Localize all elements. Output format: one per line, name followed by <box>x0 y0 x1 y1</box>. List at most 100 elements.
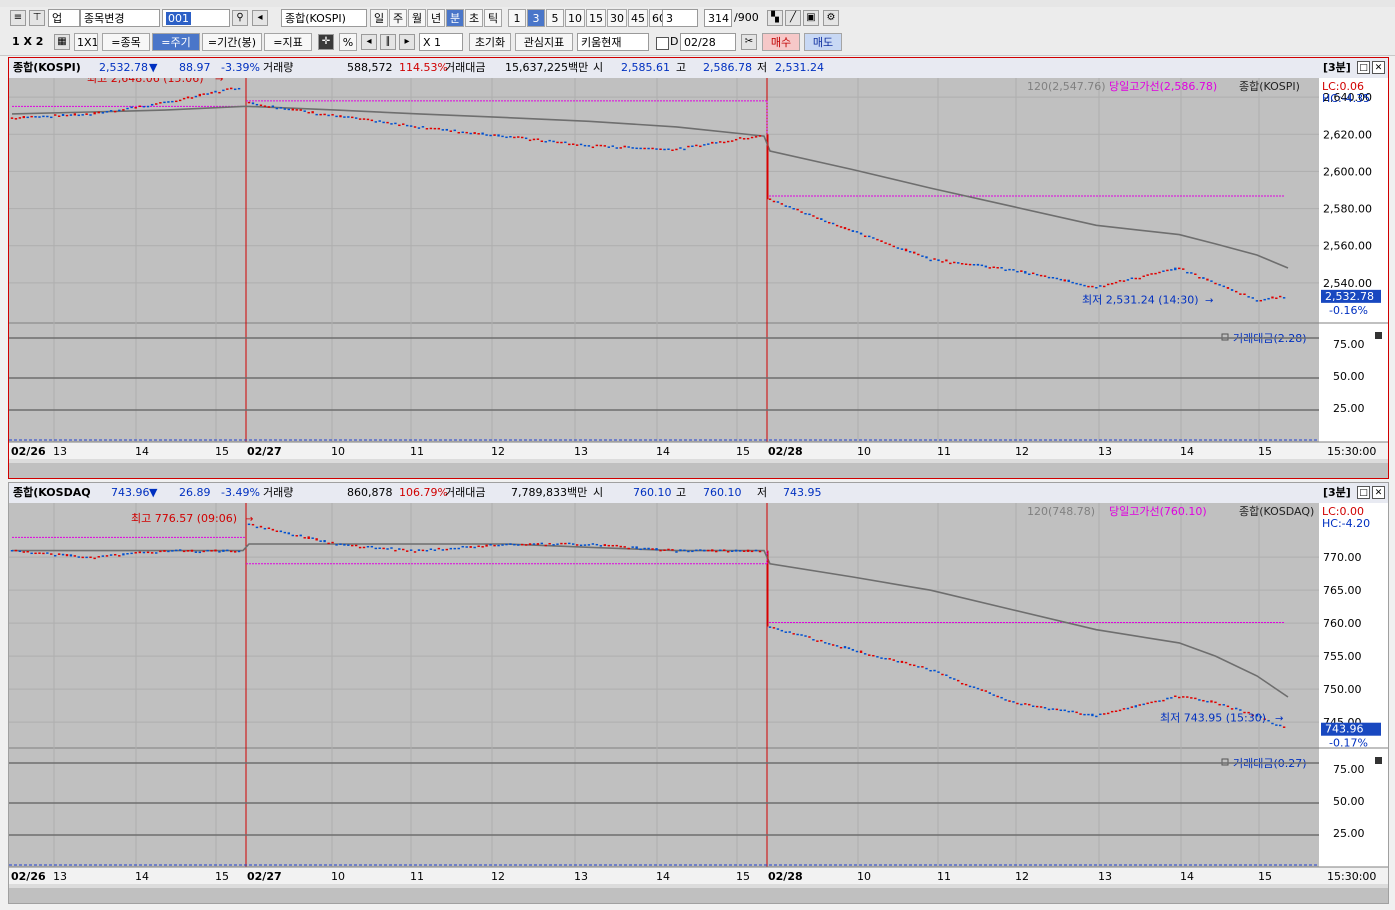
period-button-6[interactable]: 틱 <box>484 9 502 27</box>
reset-button[interactable]: 초기화 <box>469 33 511 51</box>
layout-label[interactable]: 1 X 2 <box>12 35 43 48</box>
candle <box>97 111 100 114</box>
period-sync-button[interactable]: =주기 <box>152 33 200 51</box>
code-input[interactable]: 001 <box>162 9 230 27</box>
grid-icon[interactable]: ▦ <box>54 34 70 50</box>
candle <box>804 635 807 637</box>
search-icon[interactable]: ⚲ <box>232 10 248 26</box>
interval-button-10[interactable]: 10 <box>565 9 585 27</box>
candle <box>824 642 827 644</box>
candle <box>976 263 980 266</box>
play-icon[interactable]: ▸ <box>399 34 415 50</box>
stock-name-field[interactable]: 종합(KOSPI) <box>281 9 367 27</box>
pause-icon[interactable]: ∥ <box>380 34 396 50</box>
amount-label: 거래대금 <box>445 61 486 74</box>
candle <box>548 542 551 545</box>
time-box: 15:30:00 <box>1327 445 1376 458</box>
interval-button-1[interactable]: 1 <box>508 9 526 27</box>
date-input[interactable]: 02/28 <box>680 33 736 51</box>
candle <box>734 549 738 552</box>
maximize-icon[interactable]: □ <box>1357 486 1370 499</box>
high-label: 고 <box>676 486 687 499</box>
candle <box>50 116 53 119</box>
code-change-select[interactable]: 종목변경 <box>80 9 160 27</box>
candle <box>768 626 772 628</box>
candle <box>283 108 287 110</box>
candle <box>1000 267 1003 269</box>
period-button-4[interactable]: 분 <box>446 9 464 27</box>
candle <box>691 550 694 553</box>
candle <box>528 543 532 546</box>
period-button-2[interactable]: 월 <box>408 9 426 27</box>
candle <box>366 118 370 121</box>
candle <box>1130 706 1134 708</box>
maximize-icon[interactable]: □ <box>1357 61 1370 74</box>
period-button-5[interactable]: 초 <box>465 9 483 27</box>
candle <box>560 141 563 144</box>
range-sync-button[interactable]: =기간(봉) <box>202 33 262 51</box>
menu-icon[interactable]: ≡ <box>10 10 26 26</box>
candle <box>1134 705 1138 708</box>
crosshair-icon[interactable]: ✛ <box>318 34 334 50</box>
save-icon[interactable]: ▣ <box>803 10 819 26</box>
candle <box>323 540 326 543</box>
candle <box>835 224 839 227</box>
candle <box>615 147 618 149</box>
interval-button-45[interactable]: 45 <box>628 9 648 27</box>
buy-button[interactable]: 매수 <box>762 33 800 51</box>
interval-button-3[interactable]: 3 <box>527 9 545 27</box>
candle <box>89 114 92 116</box>
candle <box>146 105 150 108</box>
prev-icon[interactable]: ◂ <box>361 34 377 50</box>
candle <box>421 126 425 128</box>
favorite-indicator-button[interactable]: 관심지표 <box>515 33 573 51</box>
candle <box>1103 285 1106 288</box>
percent-button[interactable]: % <box>339 33 357 51</box>
speaker-icon[interactable]: ◂ <box>252 10 268 26</box>
chart-type-icon[interactable]: ▚ <box>767 10 783 26</box>
interval-button-5[interactable]: 5 <box>546 9 564 27</box>
candle <box>477 133 480 135</box>
count-input[interactable]: 314 <box>704 9 732 27</box>
chart-canvas-kosdaq[interactable]: 770.00765.00760.00755.00750.00745.00120(… <box>9 503 1388 889</box>
candle <box>417 127 421 129</box>
candle <box>1043 275 1047 277</box>
layout-1x1-button[interactable]: 1X1 <box>74 33 98 51</box>
sell-button[interactable]: 매도 <box>804 33 842 51</box>
pin-icon[interactable]: ⊤ <box>29 10 45 26</box>
interval-select[interactable]: 3 <box>662 9 698 27</box>
candle <box>417 549 421 551</box>
legend-high-line: 당일고가선(2,586.78) <box>1109 79 1217 93</box>
line-tool-icon[interactable]: ╱ <box>785 10 801 26</box>
interval-button-15[interactable]: 15 <box>586 9 606 27</box>
period-button-0[interactable]: 일 <box>370 9 388 27</box>
candle <box>659 549 662 552</box>
close-icon[interactable]: ✕ <box>1372 61 1385 74</box>
close-icon[interactable]: ✕ <box>1372 486 1385 499</box>
candle <box>738 550 742 552</box>
candle <box>972 264 976 266</box>
kiwoom-select[interactable]: 키움현재 <box>577 33 649 51</box>
candle <box>754 549 758 552</box>
d-checkbox[interactable] <box>656 37 669 50</box>
speed-select[interactable]: X 1 <box>419 33 463 51</box>
period-button-1[interactable]: 주 <box>389 9 407 27</box>
interval-button-30[interactable]: 30 <box>607 9 627 27</box>
stock-sync-button[interactable]: =종목 <box>102 33 150 51</box>
candle <box>22 116 25 119</box>
gear-icon[interactable]: ⚙ <box>823 10 839 26</box>
scissors-icon[interactable]: ✂ <box>741 34 757 50</box>
indicator-sync-button[interactable]: =지표 <box>264 33 312 51</box>
low-label: 저 <box>757 61 768 74</box>
candle <box>481 132 484 135</box>
period-button-3[interactable]: 년 <box>427 9 445 27</box>
candle <box>85 556 88 559</box>
candle <box>1194 273 1197 275</box>
candle <box>788 631 791 633</box>
hc-label: HC:-4.35 <box>1322 92 1370 105</box>
candle <box>847 647 851 650</box>
market-select[interactable]: 업 <box>48 9 80 27</box>
chart-canvas-kospi[interactable]: 2,640.002,620.002,600.002,580.002,560.00… <box>9 78 1388 464</box>
candle <box>687 145 690 148</box>
candle <box>398 548 401 550</box>
